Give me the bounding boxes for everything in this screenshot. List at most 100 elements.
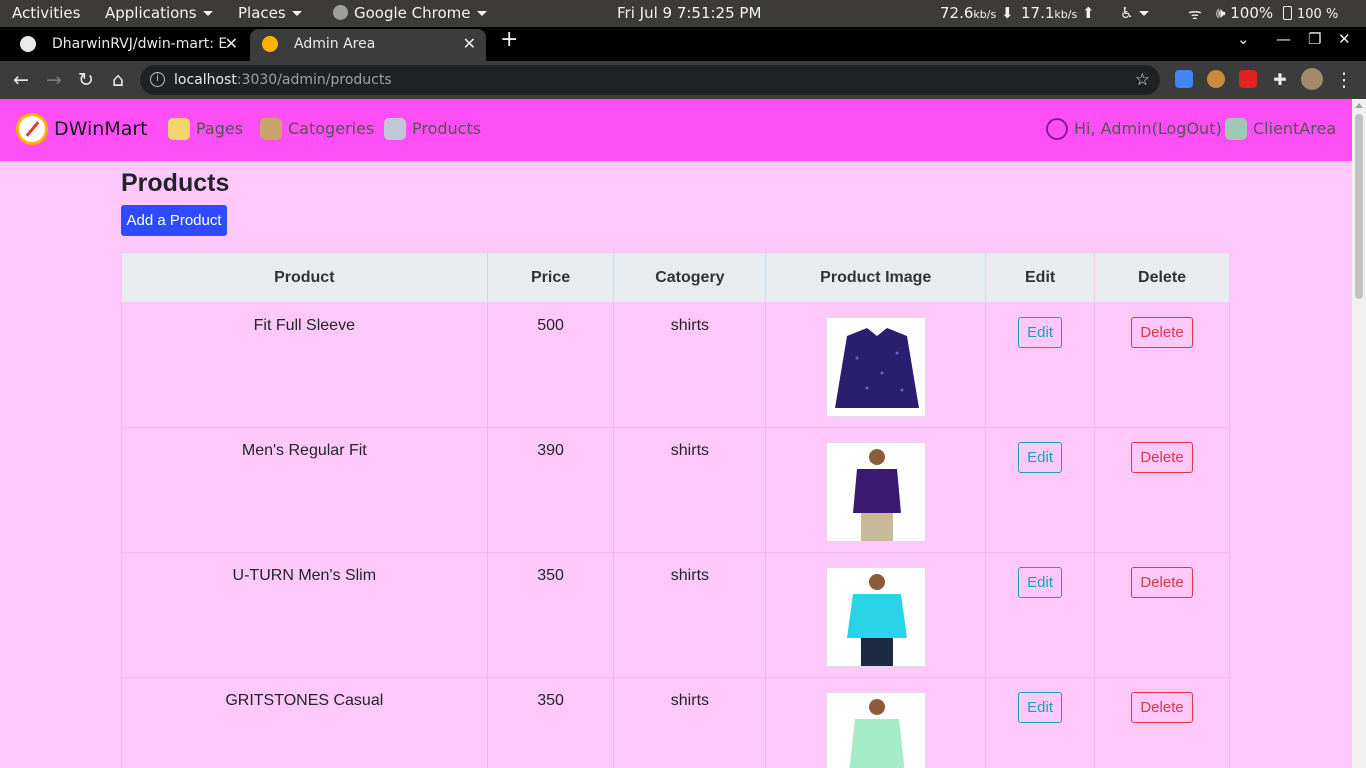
clock[interactable]: Fri Jul 9 7:51:25 PM: [617, 4, 761, 22]
product-image: [825, 692, 926, 768]
client-area-icon: [1225, 118, 1247, 140]
home-icon[interactable]: ⌂: [105, 67, 131, 93]
table-row: Men's Regular Fit 390 shirts Edit Delete: [121, 427, 1230, 553]
product-image-cell: [765, 552, 987, 678]
page-scrollbar[interactable]: [1352, 99, 1366, 768]
delete-cell: Delete: [1094, 552, 1230, 678]
table-row: Fit Full Sleeve 500 shirts Edit Delete: [121, 302, 1230, 428]
profile-avatar[interactable]: [1301, 68, 1323, 90]
battery-icon: [1283, 6, 1292, 20]
brand-link[interactable]: DWinMart: [16, 113, 148, 145]
forward-icon[interactable]: →: [41, 67, 67, 93]
battery-indicator[interactable]: 100 %: [1283, 4, 1338, 22]
logout-label: Hi, Admin(LogOut): [1074, 119, 1222, 138]
minimize-icon[interactable]: —: [1276, 30, 1291, 48]
tab-title: Admin Area: [294, 36, 376, 52]
logout-link[interactable]: Hi, Admin(LogOut): [1046, 117, 1222, 141]
edit-button[interactable]: Edit: [1018, 442, 1063, 473]
delete-button[interactable]: Delete: [1131, 567, 1193, 598]
model-shirt-image: [849, 699, 905, 768]
client-area-link[interactable]: ClientArea: [1225, 117, 1336, 141]
product-image-cell: [765, 427, 987, 553]
user-logout-icon: [1046, 118, 1068, 140]
edit-cell: Edit: [985, 302, 1096, 428]
edit-button[interactable]: Edit: [1018, 317, 1063, 348]
client-area-label: ClientArea: [1253, 119, 1337, 138]
close-icon[interactable]: ✕: [1338, 30, 1351, 48]
arrow-up-icon: ⬆: [1081, 4, 1095, 22]
tab-admin-area[interactable]: Admin Area ✕: [250, 29, 486, 61]
url-host: localhost: [174, 72, 237, 88]
compass-icon: [262, 36, 278, 52]
header-category: Catogery: [613, 252, 767, 303]
restore-icon[interactable]: ❐: [1308, 30, 1321, 48]
cookie-icon[interactable]: [1207, 70, 1225, 88]
new-tab-button[interactable]: +: [500, 27, 518, 52]
product-name: Fit Full Sleeve: [121, 302, 488, 428]
nav-link-products[interactable]: Products: [384, 117, 481, 141]
product-price: 500: [486, 302, 615, 428]
wifi-icon[interactable]: ᯤ: [1188, 4, 1202, 24]
delete-button[interactable]: Delete: [1131, 317, 1193, 348]
scroll-up-icon[interactable]: [1355, 103, 1363, 108]
nav-link-label: Pages: [196, 119, 244, 138]
tab-github[interactable]: DharwinRVJ/dwin-mart: E ✕: [8, 29, 248, 61]
places-menu[interactable]: Places: [238, 4, 302, 22]
product-name: Men's Regular Fit: [121, 427, 488, 553]
delete-cell: Delete: [1094, 677, 1230, 768]
net-up-value: 17.1: [1021, 4, 1055, 22]
compass-logo-icon: [16, 113, 48, 145]
header-delete: Delete: [1094, 252, 1230, 303]
add-product-button[interactable]: Add a Product: [121, 205, 227, 236]
product-price: 350: [486, 552, 615, 678]
nav-link-catogeries[interactable]: Catogeries: [260, 117, 374, 141]
product-category: shirts: [613, 677, 767, 768]
delete-button[interactable]: Delete: [1131, 692, 1193, 723]
edit-cell: Edit: [985, 427, 1096, 553]
address-bar[interactable]: i localhost:3030/admin/products ☆: [140, 65, 1160, 95]
accessibility-menu[interactable]: ♿: [1120, 4, 1150, 22]
chevron-down-icon: [476, 11, 487, 16]
kebab-menu-icon[interactable]: ⋮: [1331, 67, 1357, 93]
applications-menu[interactable]: Applications: [105, 4, 213, 22]
net-down-unit: kb/s: [973, 8, 997, 21]
app-navbar: DWinMart Pages Catogeries Products Hi, A…: [0, 99, 1352, 161]
scrollbar-thumb[interactable]: [1355, 114, 1363, 299]
products-icon: [384, 118, 406, 140]
activities-button[interactable]: Activities: [12, 4, 80, 22]
applications-label: Applications: [105, 4, 197, 22]
browser-toolbar: ← → ↻ ⌂ i localhost:3030/admin/products …: [0, 61, 1366, 99]
delete-cell: Delete: [1094, 427, 1230, 553]
edit-button[interactable]: Edit: [1018, 567, 1063, 598]
tab-search-icon[interactable]: ⌄: [1237, 30, 1250, 48]
volume-indicator[interactable]: 🕪 100%: [1216, 4, 1273, 22]
bookmark-star-icon[interactable]: ☆: [1135, 65, 1150, 95]
header-edit: Edit: [985, 252, 1096, 303]
header-product: Product: [121, 252, 488, 303]
network-speed-down: 72.6kb/s ⬇: [940, 4, 1014, 22]
delete-button[interactable]: Delete: [1131, 442, 1193, 473]
close-icon[interactable]: ✕: [463, 29, 476, 59]
edit-button[interactable]: Edit: [1018, 692, 1063, 723]
github-icon: [20, 36, 36, 52]
categories-icon: [260, 118, 282, 140]
product-name: U-TURN Men's Slim: [121, 552, 488, 678]
back-icon[interactable]: ←: [8, 67, 34, 93]
nav-link-label: Products: [412, 119, 482, 138]
products-table: Product Price Catogery Product Image Edi…: [121, 252, 1230, 768]
browser-tab-strip: DharwinRVJ/dwin-mart: E ✕ Admin Area ✕ +…: [0, 27, 1366, 61]
google-translate-icon[interactable]: [1175, 70, 1193, 88]
puzzle-extensions-icon[interactable]: ✚: [1267, 67, 1293, 93]
pages-icon: [168, 118, 190, 140]
close-icon[interactable]: ✕: [225, 29, 238, 59]
product-name: GRITSTONES Casual: [121, 677, 488, 768]
tab-title: DharwinRVJ/dwin-mart: E: [52, 36, 228, 52]
arrow-down-icon: ⬇: [1000, 4, 1014, 22]
reload-icon[interactable]: ↻: [73, 67, 99, 93]
delete-cell: Delete: [1094, 302, 1230, 428]
product-category: shirts: [613, 552, 767, 678]
info-icon[interactable]: i: [150, 72, 165, 87]
office-extension-icon[interactable]: [1239, 70, 1257, 88]
app-menu[interactable]: Google Chrome: [333, 4, 487, 22]
nav-link-pages[interactable]: Pages: [168, 117, 243, 141]
